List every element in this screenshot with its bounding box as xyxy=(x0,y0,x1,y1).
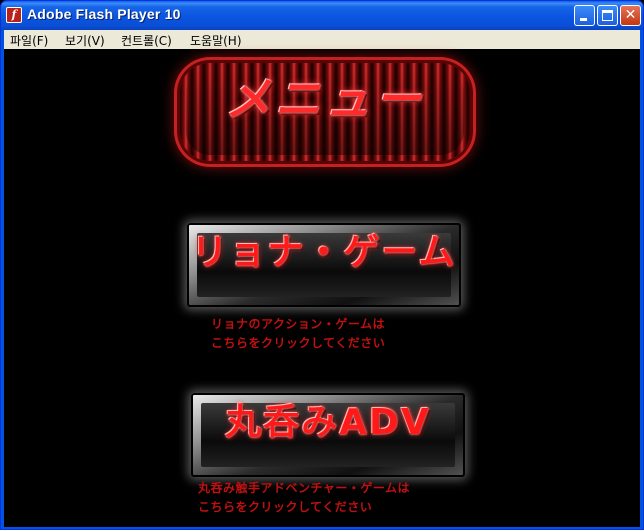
marunomi-adv-description: 丸呑み触手アドベンチャー・ゲームは こちらをクリックしてください xyxy=(198,479,410,517)
maximize-icon xyxy=(602,10,613,21)
menu-view[interactable]: 보기(V) xyxy=(65,32,105,49)
minimize-icon xyxy=(580,18,587,21)
menu-title-plate: メニュー xyxy=(180,63,470,161)
ryona-desc-line2: こちらをクリックしてください xyxy=(211,336,386,350)
marunomi-desc-line2: こちらをクリックしてください xyxy=(198,500,373,514)
menu-help[interactable]: 도움말(H) xyxy=(190,32,242,49)
maximize-button[interactable] xyxy=(597,5,618,26)
close-icon: ✕ xyxy=(624,7,637,23)
menu-bar: 파일(F) 보기(V) 컨트롤(C) 도움말(H) xyxy=(4,30,640,49)
ryona-game-button-label: リョナ・ゲーム xyxy=(191,232,457,273)
menu-control[interactable]: 컨트롤(C) xyxy=(121,32,172,49)
flash-stage: メニュー リョナ・ゲーム リョナのアクション・ゲームは こちらをクリックしてくだ… xyxy=(4,49,640,527)
ryona-game-button[interactable]: リョナ・ゲーム xyxy=(187,223,461,307)
marunomi-adv-button[interactable]: 丸呑みADV xyxy=(191,393,465,477)
title-bar[interactable]: f Adobe Flash Player 10 ✕ xyxy=(1,1,643,30)
window-title: Adobe Flash Player 10 xyxy=(27,6,181,22)
marunomi-desc-line1: 丸呑み触手アドベンチャー・ゲームは xyxy=(198,481,411,495)
flash-app-icon: f xyxy=(6,7,22,23)
close-button[interactable]: ✕ xyxy=(620,5,641,26)
menu-file[interactable]: 파일(F) xyxy=(10,32,48,49)
flash-player-window: f Adobe Flash Player 10 ✕ 파일(F) 보기(V) 컨트… xyxy=(0,0,644,530)
ryona-game-description: リョナのアクション・ゲームは こちらをクリックしてください xyxy=(211,315,385,353)
ryona-desc-line1: リョナのアクション・ゲームは xyxy=(211,317,386,331)
marunomi-adv-button-label: 丸呑みADV xyxy=(225,402,431,443)
minimize-button[interactable] xyxy=(574,5,595,26)
menu-title: メニュー xyxy=(225,72,425,126)
